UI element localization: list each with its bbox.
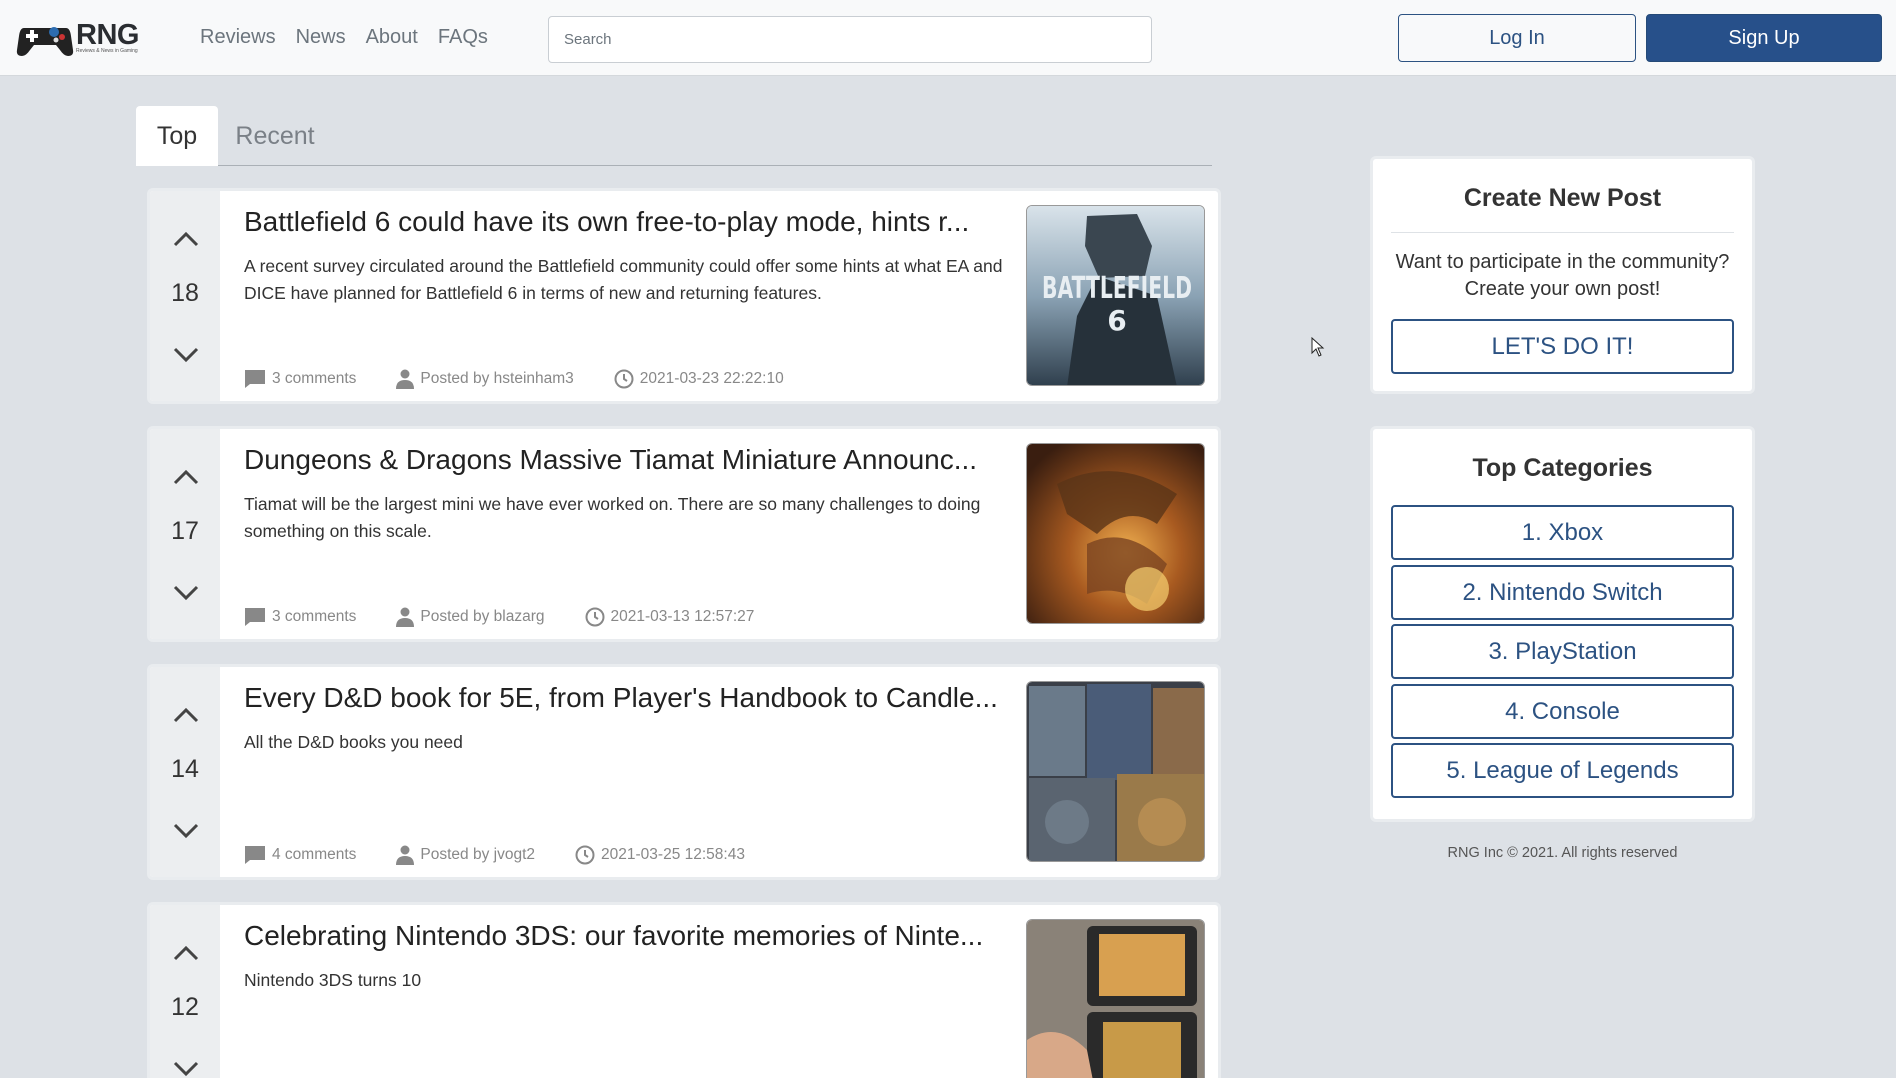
post-meta: 4 comments Posted by jvogt2 2021-03-25 1… [244, 845, 785, 865]
nav-link-about[interactable]: About [366, 26, 418, 49]
comments-link[interactable]: 3 comments [244, 607, 356, 627]
logo-tagline: Reviews & News in Gaming [76, 47, 138, 54]
vote-count: 17 [171, 517, 199, 545]
mouse-cursor-icon [1311, 337, 1325, 357]
nav-link-faqs[interactable]: FAQs [438, 26, 488, 49]
navbar: RNG Reviews & News in Gaming Reviews New… [0, 0, 1896, 76]
category-button-playstation[interactable]: 3. PlayStation [1391, 624, 1734, 679]
post-date: 2021-03-23 22:22:10 [614, 369, 784, 389]
post-title[interactable]: Battlefield 6 could have its own free-to… [244, 203, 1004, 241]
post-meta: 3 comments Posted by blazarg 2021-03-13 … [244, 607, 794, 627]
post-description: All the D&D books you need [244, 732, 463, 752]
upvote-chevron-icon[interactable] [173, 469, 199, 485]
vote-column: 18 [150, 191, 220, 401]
post-card[interactable]: 18 Battlefield 6 could have its own free… [147, 188, 1221, 404]
vote-count: 12 [171, 993, 199, 1021]
upvote-chevron-icon[interactable] [173, 707, 199, 723]
comment-icon [245, 608, 265, 626]
date-text: 2021-03-25 12:58:43 [601, 846, 745, 863]
post-description: A recent survey circulated around the Ba… [244, 256, 1003, 303]
comments-count: 3 comments [272, 608, 357, 625]
post-title[interactable]: Every D&D book for 5E, from Player's Han… [244, 679, 1004, 717]
user-icon [396, 607, 415, 627]
post-card[interactable]: 17 Dungeons & Dragons Massive Tiamat Min… [147, 426, 1221, 642]
author-name: Posted by blazarg [420, 608, 545, 625]
nav-link-news[interactable]: News [296, 26, 346, 49]
post-description: Nintendo 3DS turns 10 [244, 970, 422, 990]
battlefield-thumbnail-image: BATTLEFIELD 6 [1027, 206, 1204, 385]
date-text: 2021-03-13 12:57:27 [610, 608, 755, 625]
vote-column: 17 [150, 429, 220, 639]
post-thumbnail[interactable]: BATTLEFIELD 6 [1026, 205, 1205, 386]
post-title[interactable]: Dungeons & Dragons Massive Tiamat Miniat… [244, 441, 1004, 479]
create-post-text: Want to participate in the community? Cr… [1395, 251, 1730, 300]
log-in-button[interactable]: Log In [1398, 14, 1636, 62]
dnd-books-thumbnail-image [1027, 682, 1204, 861]
sign-up-button[interactable]: Sign Up [1646, 14, 1882, 62]
nintendo-3ds-thumbnail-image [1027, 920, 1204, 1078]
comments-count: 4 comments [272, 846, 357, 863]
post-author: Posted by hsteinham3 [396, 369, 574, 389]
nav-link-reviews[interactable]: Reviews [200, 26, 276, 49]
create-post-card: Create New Post Want to participate in t… [1370, 156, 1755, 394]
post-date: 2021-03-25 12:58:43 [575, 845, 745, 865]
top-categories-card: Top Categories 1. Xbox 2. Nintendo Switc… [1370, 426, 1755, 822]
thumb-subtitle: 6 [1107, 304, 1126, 337]
clock-icon [575, 845, 595, 865]
upvote-chevron-icon[interactable] [173, 945, 199, 961]
comment-icon [245, 370, 265, 388]
post-title[interactable]: Celebrating Nintendo 3DS: our favorite m… [244, 917, 1004, 955]
author-name: Posted by hsteinham3 [420, 370, 574, 387]
create-post-title: Create New Post [1463, 184, 1662, 212]
post-thumbnail[interactable] [1026, 919, 1205, 1078]
post-meta: 3 comments Posted by hsteinham3 2021-03-… [244, 369, 824, 389]
post-author: Posted by jvogt2 [396, 845, 535, 865]
category-button-console[interactable]: 4. Console [1391, 684, 1734, 739]
comments-link[interactable]: 3 comments [244, 369, 356, 389]
post-thumbnail[interactable] [1026, 443, 1205, 624]
vote-column: 14 [150, 667, 220, 877]
clock-icon [585, 607, 604, 627]
clock-icon [614, 369, 634, 389]
vote-column: 12 [150, 905, 220, 1078]
comments-link[interactable]: 4 comments [244, 845, 356, 865]
tab-top[interactable]: Top [136, 106, 218, 166]
downvote-chevron-icon[interactable] [173, 585, 199, 601]
post-date: 2021-03-13 12:57:27 [585, 607, 755, 627]
lets-do-it-button[interactable]: LET'S DO IT! [1391, 319, 1734, 374]
downvote-chevron-icon[interactable] [173, 347, 199, 363]
top-categories-title: Top Categories [1472, 454, 1653, 482]
user-icon [396, 369, 415, 389]
downvote-chevron-icon[interactable] [173, 823, 199, 839]
downvote-chevron-icon[interactable] [173, 1061, 199, 1077]
category-button-league-of-legends[interactable]: 5. League of Legends [1391, 743, 1734, 798]
card-divider [1391, 232, 1734, 233]
thumb-title: BATTLEFIELD [1042, 271, 1192, 306]
vote-count: 14 [171, 755, 199, 783]
post-card[interactable]: 14 Every D&D book for 5E, from Player's … [147, 664, 1221, 880]
comment-icon [245, 846, 265, 864]
date-text: 2021-03-23 22:22:10 [639, 370, 784, 387]
logo-text: RNG [76, 18, 139, 51]
post-thumbnail[interactable] [1026, 681, 1205, 862]
site-logo[interactable]: RNG Reviews & News in Gaming [16, 16, 139, 60]
upvote-chevron-icon[interactable] [173, 231, 199, 247]
vote-count: 18 [171, 279, 199, 307]
gamepad-logo-icon [16, 27, 74, 56]
author-name: Posted by jvogt2 [420, 846, 536, 863]
post-description: Tiamat will be the largest mini we have … [244, 494, 981, 541]
nav-links: Reviews News About FAQs [200, 26, 488, 49]
category-button-nintendo-switch[interactable]: 2. Nintendo Switch [1391, 565, 1734, 620]
category-button-xbox[interactable]: 1. Xbox [1391, 505, 1734, 560]
dragon-thumbnail-image [1027, 444, 1204, 623]
comments-count: 3 comments [272, 370, 357, 387]
user-icon [396, 845, 415, 865]
search-input[interactable] [548, 16, 1152, 63]
feed-tabs: Top Recent [136, 106, 1212, 166]
tab-recent[interactable]: Recent [218, 106, 332, 166]
post-card[interactable]: 12 Celebrating Nintendo 3DS: our favorit… [147, 902, 1221, 1078]
post-author: Posted by blazarg [396, 607, 545, 627]
footer-copyright: RNG Inc © 2021. All rights reserved [1447, 845, 1678, 861]
